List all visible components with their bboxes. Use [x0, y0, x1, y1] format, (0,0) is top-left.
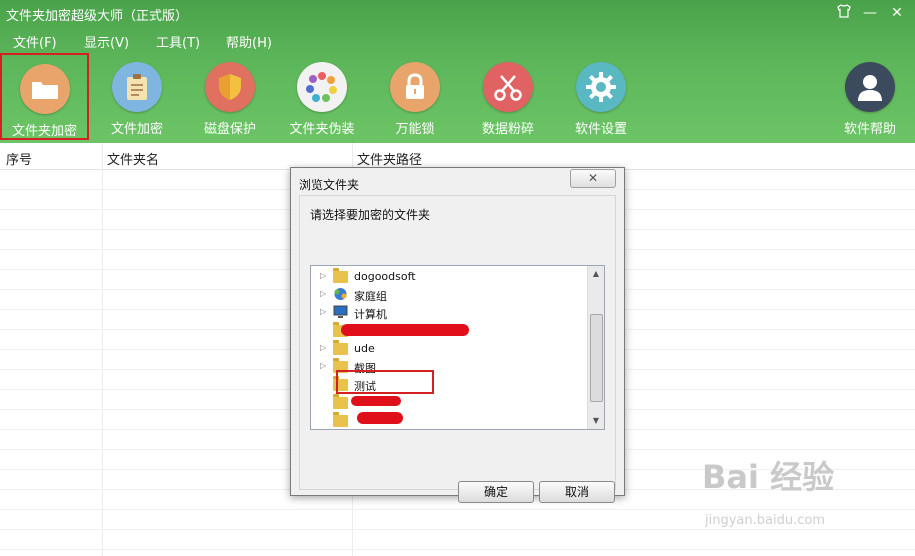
toolbar-label: 软件设置 — [574, 122, 627, 137]
settings-button[interactable]: 软件设置 — [555, 56, 647, 140]
shirt-icon[interactable] — [832, 3, 856, 23]
dialog-prompt: 请选择要加密的文件夹 — [310, 208, 431, 222]
dialog-close-button[interactable]: ✕ — [570, 169, 616, 188]
cancel-button[interactable]: 取消 — [539, 481, 615, 503]
tree-item-label: dogoodsoft — [354, 270, 416, 283]
toolbar: 文件夹加密 文件加密 磁盘保护 文件夹伪装 万能锁 数据粉碎 软件设置 软件帮助 — [0, 53, 915, 142]
toolbar-label: 数据粉碎 — [481, 122, 534, 137]
menu-view[interactable]: 显示(V) — [84, 32, 129, 51]
table-header: 序号 文件夹名 文件夹路径 — [0, 143, 915, 170]
selection-highlight-box — [336, 370, 434, 394]
computer-icon — [333, 305, 349, 319]
minimize-icon[interactable]: — — [858, 3, 882, 23]
app-title: 文件夹加密超级大师（正式版） — [6, 9, 189, 24]
menu-file[interactable]: 文件(F) — [13, 32, 57, 51]
folder-icon — [333, 394, 349, 409]
expand-arrow-icon[interactable]: ▷ — [320, 361, 326, 370]
folder-icon — [19, 64, 70, 114]
user-icon — [845, 62, 895, 112]
row-divider — [0, 509, 915, 510]
redaction-mark — [357, 412, 403, 424]
help-button[interactable]: 软件帮助 — [824, 56, 915, 140]
user-folder-icon — [333, 268, 349, 283]
baidu-watermark-logo: Bai 经验 — [702, 458, 835, 496]
row-divider — [0, 529, 915, 530]
toolbar-label: 文件夹加密 — [11, 124, 77, 139]
dialog-title: 浏览文件夹 — [299, 178, 360, 192]
folder-icon — [333, 340, 349, 355]
column-header-folder-path[interactable]: 文件夹路径 — [357, 149, 422, 168]
tree-item[interactable] — [311, 412, 581, 429]
data-shred-button[interactable]: 数据粉碎 — [462, 56, 554, 140]
expand-arrow-icon[interactable]: ▷ — [320, 307, 326, 316]
toolbar-label: 文件夹伪装 — [289, 122, 355, 137]
toolbar-label: 文件加密 — [110, 122, 163, 137]
app-window: 文件夹加密超级大师（正式版） — ✕ 文件(F) 显示(V) 工具(T) 帮助(… — [0, 0, 915, 556]
close-icon[interactable]: ✕ — [885, 3, 909, 23]
folder-tree[interactable]: ▷ dogoodsoft ▷ 家庭组 ▷ 计算机 ▷ ude ▷ 截图 测试 ▲… — [310, 265, 605, 430]
universal-lock-button[interactable]: 万能锁 — [369, 56, 461, 140]
homegroup-icon — [333, 287, 349, 301]
shield-icon — [205, 62, 255, 112]
lock-icon — [390, 62, 440, 112]
clipboard-icon — [112, 62, 162, 112]
tree-scrollbar[interactable]: ▲ ▼ — [587, 266, 604, 429]
scroll-down-icon[interactable]: ▼ — [588, 413, 604, 429]
color-wheel-icon — [297, 62, 347, 112]
tree-item-label: 家庭组 — [354, 290, 387, 303]
tree-item-label: 计算机 — [354, 308, 387, 321]
ok-button[interactable]: 确定 — [458, 481, 534, 503]
redaction-mark — [341, 324, 469, 336]
column-header-index[interactable]: 序号 — [6, 149, 32, 168]
scissors-icon — [483, 62, 533, 112]
redaction-mark — [351, 396, 401, 406]
column-header-folder-name[interactable]: 文件夹名 — [107, 149, 159, 168]
file-encrypt-button[interactable]: 文件加密 — [91, 56, 183, 140]
folder-icon — [333, 412, 349, 427]
expand-arrow-icon[interactable]: ▷ — [320, 289, 326, 298]
gear-icon — [576, 62, 626, 112]
toolbar-label: 磁盘保护 — [203, 122, 256, 137]
app-header: 文件夹加密超级大师（正式版） — ✕ 文件(F) 显示(V) 工具(T) 帮助(… — [0, 0, 915, 143]
tree-item[interactable]: ▷ dogoodsoft — [311, 268, 581, 286]
expand-arrow-icon[interactable]: ▷ — [320, 271, 326, 280]
expand-arrow-icon[interactable]: ▷ — [320, 343, 326, 352]
dialog-body: 请选择要加密的文件夹 ▷ dogoodsoft ▷ 家庭组 ▷ 计算机 ▷ ud… — [299, 195, 616, 503]
menu-help[interactable]: 帮助(H) — [226, 32, 272, 51]
row-divider — [0, 549, 915, 550]
folder-disguise-button[interactable]: 文件夹伪装 — [276, 56, 368, 140]
folder-encrypt-button[interactable]: 文件夹加密 — [0, 53, 89, 140]
scroll-thumb[interactable] — [590, 314, 603, 402]
baidu-watermark-url: jingyan.baidu.com — [705, 513, 825, 528]
tree-item[interactable]: ▷ 计算机 — [311, 304, 581, 322]
browse-folder-dialog: 浏览文件夹 ✕ 请选择要加密的文件夹 ▷ dogoodsoft ▷ 家庭组 ▷ … — [290, 167, 625, 503]
tree-item[interactable]: ▷ 家庭组 — [311, 286, 581, 304]
toolbar-label: 万能锁 — [395, 122, 435, 137]
scroll-up-icon[interactable]: ▲ — [588, 266, 604, 282]
toolbar-label: 软件帮助 — [843, 122, 896, 137]
disk-protect-button[interactable]: 磁盘保护 — [184, 56, 276, 140]
tree-item[interactable]: ▷ ude — [311, 340, 581, 358]
menu-tools[interactable]: 工具(T) — [156, 32, 200, 51]
tree-item-label: ude — [354, 342, 375, 355]
title-bar: 文件夹加密超级大师（正式版） — ✕ — [0, 0, 915, 26]
